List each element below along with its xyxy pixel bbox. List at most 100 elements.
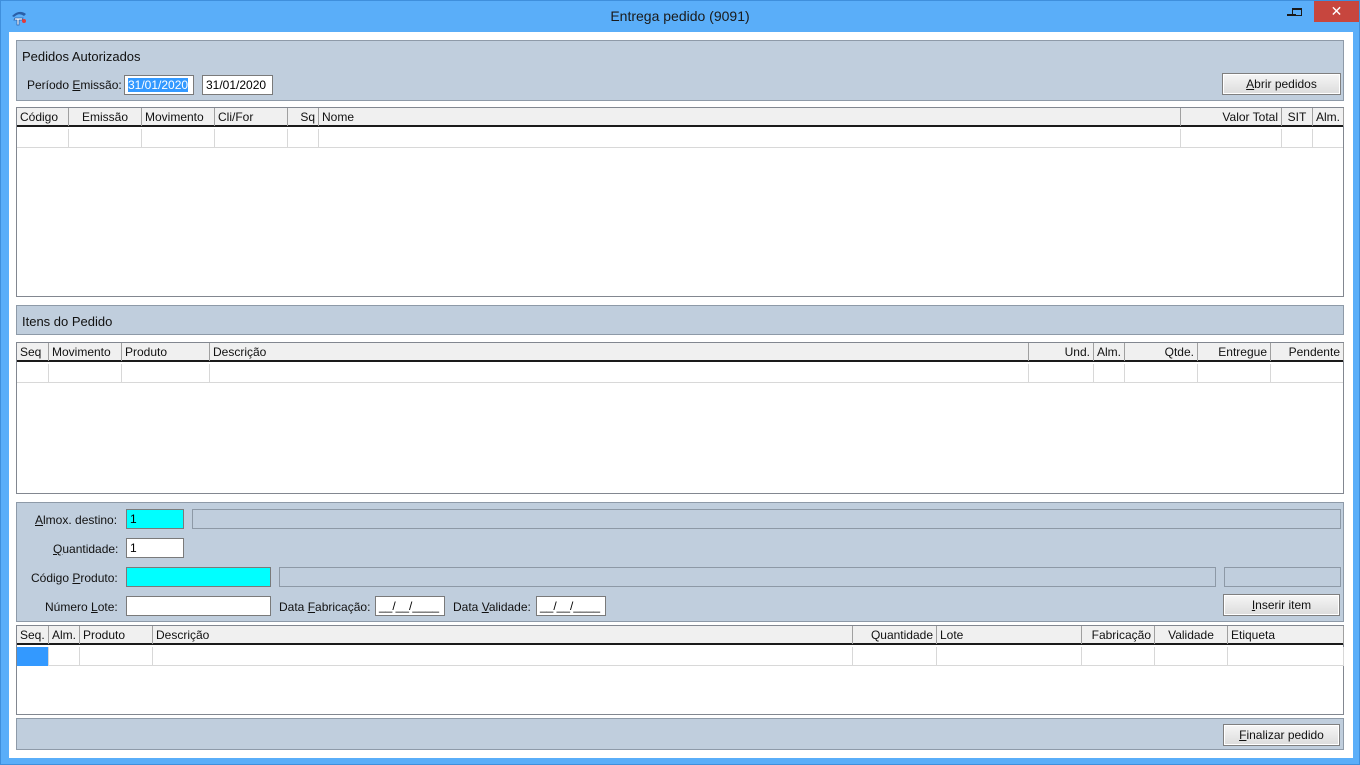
finalizar-label-accel: F [1239,728,1247,742]
pedidos-grid-row[interactable] [17,129,1343,148]
col-seq[interactable]: Seq. [17,626,49,644]
col-quantidade[interactable]: Quantidade [853,626,937,644]
col-seq[interactable]: Seq [17,343,49,361]
grid-cell[interactable] [937,647,1082,666]
almox-destino-input[interactable]: 1 [126,509,184,529]
data-validade-input[interactable]: __/__/____ [536,596,606,616]
almox-label-accel: A [35,513,44,527]
finalizar-pedido-button[interactable]: Finalizar pedido [1223,724,1340,746]
codigo-produto-label: Código Produto: [31,571,118,585]
date-to-input[interactable]: 31/01/2020 [202,75,273,95]
grid-cell[interactable] [1282,129,1313,148]
itens-grid-header: Seq Movimento Produto Descrição Und. Alm… [17,343,1344,362]
date-from-input[interactable]: 31/01/2020 [124,75,194,95]
grid-cell[interactable] [215,129,288,148]
title-bar[interactable]: Entrega pedido (9091) ✕ [1,1,1359,32]
col-produto[interactable]: Produto [80,626,153,644]
inserir-item-button[interactable]: Inserir item [1223,594,1340,616]
fab-label-part1: Data [279,600,308,614]
col-alm[interactable]: Alm. [1313,108,1344,126]
itens-inseridos-row[interactable] [17,647,1344,666]
quantidade-label: Quantidade: [53,542,118,556]
footer-panel: Finalizar pedido [16,718,1344,750]
col-cli-for[interactable]: Cli/For [215,108,288,126]
col-movimento[interactable]: Movimento [142,108,215,126]
window-title: Entrega pedido (9091) [610,8,750,24]
grid-cell[interactable] [1125,364,1198,383]
itens-grid-row[interactable] [17,364,1343,383]
application-window: Entrega pedido (9091) ✕ Pedidos Autoriza… [0,0,1360,765]
col-und[interactable]: Und. [1029,343,1094,361]
col-nome[interactable]: Nome [319,108,1181,126]
grid-cell[interactable] [853,647,937,666]
periodo-label-part1: Período [27,78,73,92]
numero-lote-input[interactable] [126,596,271,616]
entrega-form-panel: Almox. destino: 1 Quantidade: 1 Código P… [16,502,1344,622]
grid-cell[interactable] [153,647,853,666]
col-sq[interactable]: Sq [288,108,319,126]
pedidos-grid[interactable]: Código Emissão Movimento Cli/For Sq Nome… [16,107,1344,297]
lote-label-part2: ote: [97,600,118,614]
itens-inseridos-header: Seq. Alm. Produto Descrição Quantidade L… [17,626,1344,645]
date-from-value: 31/01/2020 [128,78,189,92]
grid-cell[interactable] [17,129,69,148]
abrir-pedidos-button[interactable]: Abrir pedidos [1222,73,1341,95]
col-etiqueta[interactable]: Etiqueta [1228,626,1344,644]
col-pendente[interactable]: Pendente [1271,343,1344,361]
col-alm[interactable]: Alm. [1094,343,1125,361]
close-button[interactable]: ✕ [1314,1,1359,22]
grid-cell[interactable] [49,647,80,666]
col-fabricacao[interactable]: Fabricação [1082,626,1155,644]
abrir-label-part2: brir pedidos [1254,77,1317,91]
col-entregue[interactable]: Entregue [1198,343,1271,361]
col-validade[interactable]: Validade [1155,626,1228,644]
maximize-button[interactable] [1283,1,1310,22]
grid-cell[interactable] [122,364,210,383]
grid-cell[interactable] [319,129,1181,148]
grid-cell-selected[interactable] [17,647,49,666]
grid-cell[interactable] [1181,129,1282,148]
data-fabricacao-input[interactable]: __/__/____ [375,596,445,616]
grid-cell[interactable] [288,129,319,148]
col-produto[interactable]: Produto [122,343,210,361]
grid-cell[interactable] [69,129,142,148]
itens-inseridos-grid[interactable]: Seq. Alm. Produto Descrição Quantidade L… [16,625,1344,715]
col-descricao[interactable]: Descrição [153,626,853,644]
grid-cell[interactable] [1082,647,1155,666]
grid-cell[interactable] [1029,364,1094,383]
grid-cell[interactable] [1155,647,1228,666]
almox-destino-label: Almox. destino: [35,513,117,527]
col-alm[interactable]: Alm. [49,626,80,644]
qtd-label-accel: Q [53,542,63,556]
almox-label-part: lmox. destino: [43,513,118,527]
pedidos-grid-header: Código Emissão Movimento Cli/For Sq Nome… [17,108,1344,127]
cod-label-part2: roduto: [80,571,118,585]
grid-cell[interactable] [49,364,122,383]
grid-cell[interactable] [142,129,215,148]
grid-cell[interactable] [1228,647,1344,666]
data-fabricacao-label: Data Fabricação: [279,600,370,614]
grid-cell[interactable] [1094,364,1125,383]
cod-label-part1: Código [31,571,73,585]
itens-grid[interactable]: Seq Movimento Produto Descrição Und. Alm… [16,342,1344,494]
itens-panel-title: Itens do Pedido [22,314,113,329]
codigo-produto-input[interactable] [126,567,271,587]
grid-cell[interactable] [210,364,1029,383]
col-descricao[interactable]: Descrição [210,343,1029,361]
col-lote[interactable]: Lote [937,626,1082,644]
lote-label-accel: L [91,600,98,614]
col-movimento[interactable]: Movimento [49,343,122,361]
abrir-label-accel: A [1246,77,1255,91]
grid-cell[interactable] [17,364,49,383]
col-sit[interactable]: SIT [1282,108,1313,126]
grid-cell[interactable] [1198,364,1271,383]
col-valor-total[interactable]: Valor Total [1181,108,1282,126]
col-qtde[interactable]: Qtde. [1125,343,1198,361]
grid-cell[interactable] [80,647,153,666]
col-codigo[interactable]: Código [17,108,69,126]
quantidade-input[interactable]: 1 [126,538,184,558]
itens-pedido-panel: Itens do Pedido [16,305,1344,335]
col-emissao[interactable]: Emissão [69,108,142,126]
finalizar-label-part2: inalizar pedido [1246,728,1324,742]
pedidos-panel-title: Pedidos Autorizados [22,49,141,64]
